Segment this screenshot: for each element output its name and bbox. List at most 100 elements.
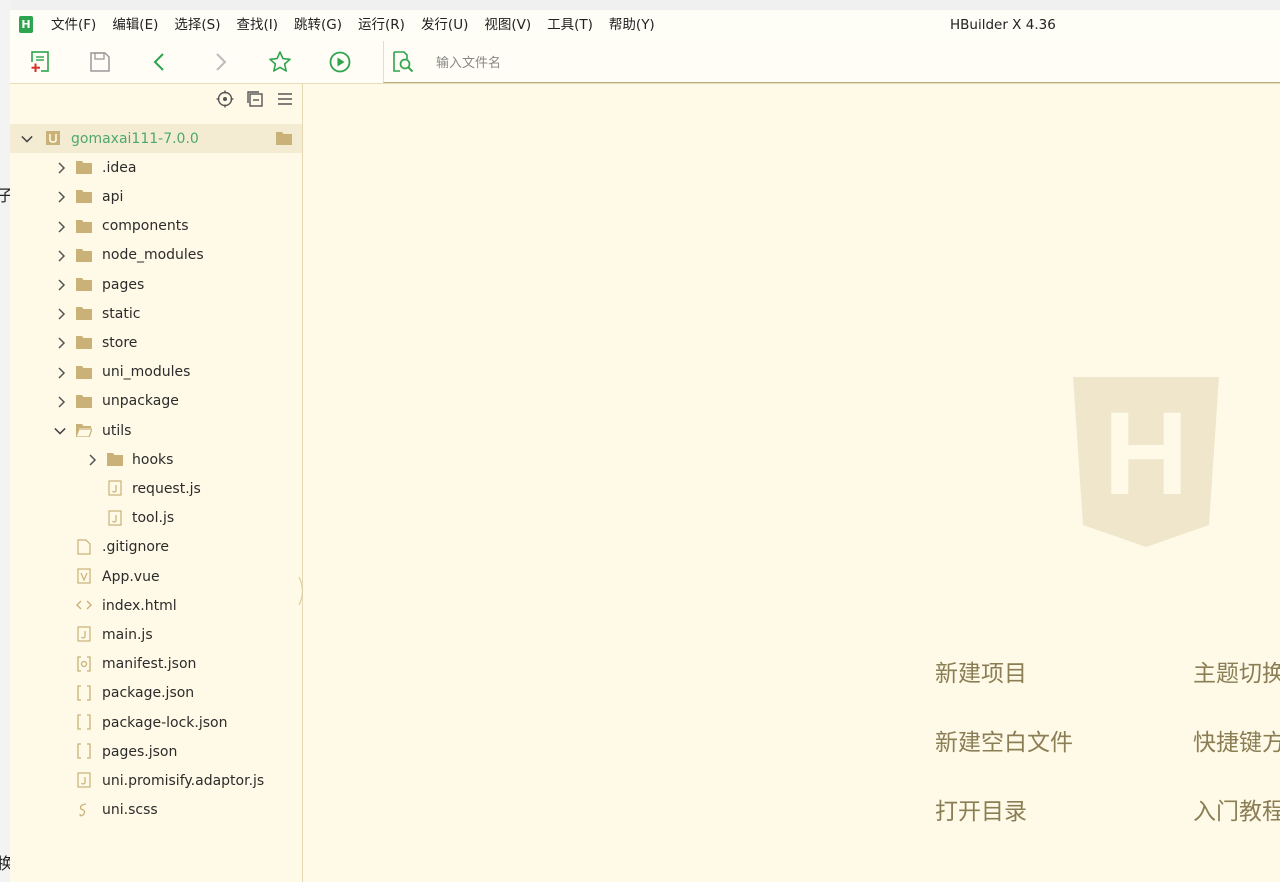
run-icon[interactable] bbox=[327, 49, 353, 75]
json-file-icon bbox=[76, 743, 92, 759]
quick-link[interactable]: 新建空白文件 bbox=[935, 723, 1073, 757]
save-icon[interactable] bbox=[87, 49, 113, 75]
menu-item[interactable]: 发行(U) bbox=[413, 10, 476, 41]
chevron-down-icon[interactable] bbox=[54, 425, 66, 437]
tree-item[interactable]: .gitignore bbox=[10, 533, 302, 562]
file-search-icon[interactable] bbox=[390, 49, 416, 75]
quick-link[interactable]: 打开目录 bbox=[935, 792, 1027, 826]
vue-file-icon bbox=[76, 568, 92, 584]
menu-item[interactable]: 工具(T) bbox=[539, 10, 601, 41]
tree-item[interactable]: store bbox=[10, 328, 302, 357]
menu-item[interactable]: 运行(R) bbox=[350, 10, 413, 41]
app-title: HBuilder X 4.36 bbox=[950, 17, 1056, 33]
tree-item[interactable]: request.js bbox=[10, 474, 302, 503]
tree-item-label: static bbox=[102, 305, 141, 322]
watermark-letter: H bbox=[1103, 388, 1188, 520]
tree-item[interactable]: uni.scss bbox=[10, 796, 302, 825]
chevron-right-icon[interactable] bbox=[55, 221, 67, 233]
chevron-right-icon[interactable] bbox=[55, 367, 67, 379]
chevron-right-icon[interactable] bbox=[55, 162, 67, 174]
tree-item-label: App.vue bbox=[102, 568, 160, 585]
tree-item-label: main.js bbox=[102, 626, 153, 643]
json-file-icon bbox=[76, 714, 92, 730]
menu-bar: 文件(F) 编辑(E) 选择(S) 查找(I) 跳转(G) 运行(R) 发行(U) 视图(V)… bbox=[43, 10, 663, 41]
folder-icon bbox=[76, 393, 92, 409]
tree-item[interactable]: utils bbox=[10, 416, 302, 445]
tree-item[interactable]: unpackage bbox=[10, 387, 302, 416]
quick-link[interactable]: 主题切换 bbox=[1193, 654, 1280, 688]
favorite-star-icon[interactable] bbox=[267, 49, 293, 75]
folder-icon bbox=[76, 188, 92, 204]
chevron-right-icon[interactable] bbox=[55, 396, 67, 408]
js-file-icon bbox=[107, 509, 123, 526]
file-search-bar bbox=[383, 41, 1280, 83]
tree-item[interactable]: .idea bbox=[10, 153, 302, 182]
chevron-right-icon[interactable] bbox=[55, 250, 67, 262]
quick-link[interactable]: 新建项目 bbox=[935, 654, 1027, 688]
tree-item-label: uni_modules bbox=[102, 364, 191, 381]
tree-item[interactable]: static bbox=[10, 299, 302, 328]
folder-icon bbox=[107, 451, 123, 467]
open-folder-icon[interactable] bbox=[276, 130, 292, 146]
new-file-icon[interactable] bbox=[27, 49, 53, 75]
tree-item[interactable]: package.json bbox=[10, 679, 302, 708]
hbuilder-window: H 文件(F) 编辑(E) 选择(S) 查找(I) 跳转(G) 运行(R) 发行(U) 视图(… bbox=[10, 10, 1280, 882]
quick-link[interactable]: 入门教程 bbox=[1193, 792, 1280, 826]
tree-item-label: index.html bbox=[102, 597, 177, 614]
chevron-right-icon[interactable] bbox=[55, 308, 67, 320]
folder-icon bbox=[76, 334, 92, 350]
scss-file-icon bbox=[76, 802, 92, 818]
tree-item[interactable]: node_modules bbox=[10, 241, 302, 270]
json-file-icon bbox=[76, 685, 92, 701]
menu-item[interactable]: 查找(I) bbox=[229, 10, 287, 41]
chevron-right-icon[interactable] bbox=[55, 279, 67, 291]
tree-project-root[interactable]: gomaxai111-7.0.0 bbox=[10, 124, 302, 153]
file-search-input[interactable] bbox=[434, 51, 1038, 75]
tree-item-label: pages bbox=[102, 276, 145, 293]
menu-item[interactable]: 跳转(G) bbox=[286, 10, 350, 41]
chevron-right-icon[interactable] bbox=[55, 337, 67, 349]
tree-item[interactable]: main.js bbox=[10, 620, 302, 649]
tree-item[interactable]: pages.json bbox=[10, 737, 302, 766]
chevron-right-icon[interactable] bbox=[86, 454, 98, 466]
tree-item-label: package-lock.json bbox=[102, 714, 228, 731]
manifest-file-icon bbox=[76, 655, 92, 672]
tree-item[interactable]: package-lock.json bbox=[10, 708, 302, 737]
tree-item[interactable]: uni_modules bbox=[10, 358, 302, 387]
tree-item-label: manifest.json bbox=[102, 656, 197, 673]
tree-item-label: request.js bbox=[132, 480, 201, 497]
quick-link[interactable]: 快捷键方 bbox=[1193, 723, 1280, 757]
menu-icon[interactable] bbox=[274, 88, 296, 110]
tree-item[interactable]: tool.js bbox=[10, 504, 302, 533]
tree-item[interactable]: App.vue bbox=[10, 562, 302, 591]
folder-icon bbox=[76, 305, 92, 321]
tree-item[interactable]: hooks bbox=[10, 445, 302, 474]
tree-item[interactable]: manifest.json bbox=[10, 650, 302, 679]
chevron-right-icon[interactable] bbox=[55, 191, 67, 203]
project-icon bbox=[45, 130, 61, 146]
tree-item-label: pages.json bbox=[102, 743, 178, 760]
tree-item[interactable]: uni.promisify.adaptor.js bbox=[10, 766, 302, 795]
folder-open-icon bbox=[76, 422, 92, 438]
folder-icon bbox=[76, 218, 92, 234]
tree-item-label: .gitignore bbox=[102, 539, 169, 556]
menu-item[interactable]: 编辑(E) bbox=[104, 10, 166, 41]
folder-icon bbox=[76, 159, 92, 175]
tree-item[interactable]: components bbox=[10, 212, 302, 241]
tree-item[interactable]: pages bbox=[10, 270, 302, 299]
title-bar: H 文件(F) 编辑(E) 选择(S) 查找(I) 跳转(G) 运行(R) 发行(U) 视图(… bbox=[10, 10, 1280, 41]
menu-item[interactable]: 帮助(Y) bbox=[601, 10, 663, 41]
explorer-toolbar bbox=[214, 88, 296, 112]
chevron-down-icon[interactable] bbox=[21, 133, 33, 145]
back-icon[interactable] bbox=[147, 49, 173, 75]
tree-item[interactable]: api bbox=[10, 182, 302, 211]
forward-icon[interactable] bbox=[207, 49, 233, 75]
collapse-all-icon[interactable] bbox=[244, 88, 266, 110]
locate-icon[interactable] bbox=[214, 88, 236, 110]
project-explorer: gomaxai111-7.0.0 .idea api components node_m… bbox=[10, 84, 303, 882]
menu-item[interactable]: 文件(F) bbox=[43, 10, 104, 41]
menu-item[interactable]: 视图(V) bbox=[476, 10, 539, 41]
menu-item[interactable]: 选择(S) bbox=[166, 10, 228, 41]
tree-item[interactable]: index.html bbox=[10, 591, 302, 620]
js-file-icon bbox=[76, 626, 92, 642]
